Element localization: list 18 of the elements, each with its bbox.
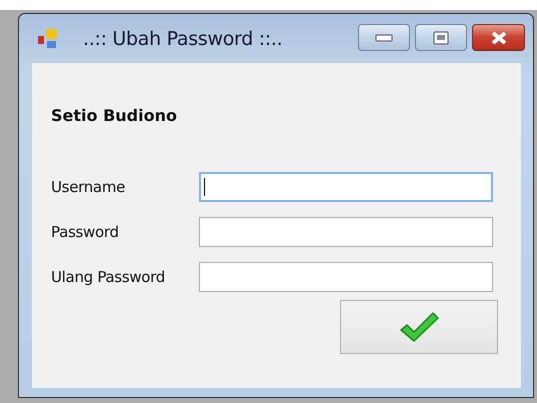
input-field[interactable]: [199, 262, 493, 292]
input-field[interactable]: [199, 217, 493, 247]
field-label: Username: [51, 178, 126, 196]
minimize-button[interactable]: [358, 24, 410, 51]
close-icon: [490, 30, 508, 44]
user-name: Setio Budiono: [51, 106, 178, 125]
checkmark-icon: [398, 310, 440, 344]
maximize-button[interactable]: [415, 24, 467, 51]
confirm-button[interactable]: [340, 300, 498, 354]
text-cursor: [204, 178, 205, 196]
minimize-icon: [375, 34, 393, 42]
maximize-icon: [433, 30, 449, 44]
field-label: Password: [51, 223, 120, 241]
window-title: ..:: Ubah Password ::..: [83, 28, 284, 50]
input-field[interactable]: [199, 172, 493, 202]
app-icon: [37, 28, 59, 50]
close-button[interactable]: [472, 24, 525, 51]
field-label: Ulang Password: [51, 268, 166, 286]
